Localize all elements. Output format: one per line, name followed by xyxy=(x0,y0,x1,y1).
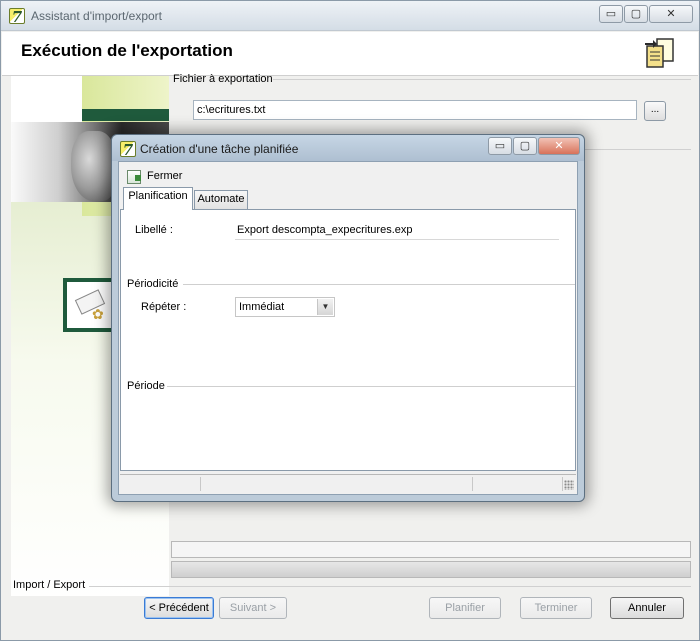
periodicity-divider xyxy=(183,284,575,285)
export-documents-icon xyxy=(645,38,674,68)
name-input[interactable] xyxy=(235,220,559,240)
dialog-close-button[interactable]: ✕ xyxy=(538,137,580,155)
footer-divider xyxy=(89,586,691,587)
status-cell xyxy=(200,477,201,491)
green-stripe-dark xyxy=(82,109,169,121)
period-divider xyxy=(167,386,575,387)
dialog-titlebar[interactable]: 7 Création d'une tâche planifiée ▭ ▢ ✕ xyxy=(112,135,584,161)
next-button[interactable]: Suivant > xyxy=(219,597,287,619)
periodicity-label: Périodicité xyxy=(127,278,179,290)
dialog-app-icon: 7 xyxy=(120,141,136,158)
footer-group-label: Import / Export xyxy=(13,579,86,591)
dialog-body: Fermer Planification Automate Libellé : … xyxy=(118,161,578,495)
previous-button[interactable]: < Précédent xyxy=(144,597,214,619)
period-label: Période xyxy=(127,380,165,392)
status-bar xyxy=(120,474,576,492)
status-cell xyxy=(562,477,563,491)
wizard-header: Exécution de l'exportation xyxy=(2,32,698,76)
gear-icon: ✿ xyxy=(92,306,104,322)
group-divider xyxy=(273,79,691,80)
cancel-button[interactable]: Annuler xyxy=(610,597,684,619)
repeat-value: Immédiat xyxy=(239,301,285,313)
close-button[interactable]: ✕ xyxy=(649,5,693,23)
close-tool-label: Fermer xyxy=(147,170,183,182)
repeat-label: Répéter : xyxy=(141,301,187,313)
tab-automate[interactable]: Automate xyxy=(194,190,248,209)
repeat-select[interactable]: Immédiat ▼ xyxy=(235,297,335,317)
person-silhouette xyxy=(71,131,116,201)
dialog-title: Création d'une tâche planifiée xyxy=(140,142,299,156)
progress-bar-secondary xyxy=(171,561,691,578)
settings-card-icon: ✿ xyxy=(63,278,117,332)
chevron-down-icon[interactable]: ▼ xyxy=(317,299,333,315)
file-path-input[interactable] xyxy=(193,100,637,120)
scheduled-task-dialog: 7 Création d'une tâche planifiée ▭ ▢ ✕ F… xyxy=(111,134,585,502)
status-cell xyxy=(472,477,473,491)
page-title: Exécution de l'exportation xyxy=(21,41,233,60)
progress-bar xyxy=(171,541,691,558)
window-title: Assistant d'import/export xyxy=(31,9,163,23)
tab-planification[interactable]: Planification xyxy=(123,187,193,210)
browse-button[interactable]: ... xyxy=(644,101,666,121)
main-titlebar[interactable]: 7 Assistant d'import/export ▭ ▢ ✕ xyxy=(1,1,699,31)
maximize-button[interactable]: ▢ xyxy=(624,5,648,23)
file-group-label: Fichier à exportation xyxy=(173,73,273,85)
planning-panel: Libellé : Périodicité Répéter : Immédiat… xyxy=(120,209,576,471)
minimize-button[interactable]: ▭ xyxy=(599,5,623,23)
dialog-maximize-button[interactable]: ▢ xyxy=(513,137,537,155)
app-logo-icon: 7 xyxy=(9,8,25,25)
dialog-minimize-button[interactable]: ▭ xyxy=(488,137,512,155)
close-document-icon xyxy=(127,170,141,184)
finish-button[interactable]: Terminer xyxy=(520,597,592,619)
name-label: Libellé : xyxy=(135,224,173,236)
resize-grip-icon[interactable] xyxy=(564,480,574,490)
schedule-button[interactable]: Planifier xyxy=(429,597,501,619)
